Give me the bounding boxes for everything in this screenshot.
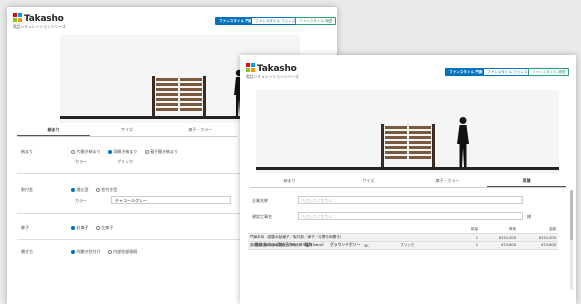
tab-color[interactable]: 扉子・カラー <box>164 125 237 136</box>
mount-color-label: カラー <box>75 198 87 203</box>
vertical-scrollbar[interactable] <box>570 190 573 290</box>
company-name-input[interactable]: 入力してください <box>298 196 523 204</box>
radio-selected-icon <box>71 187 75 192</box>
header-cell <box>398 226 458 235</box>
fit-color-label: カラー <box>75 159 87 164</box>
table-row: 門扉本体（調整木製格子／取付部／扉子／片開き両開き） 1 ¥132,000 ¥1… <box>248 233 558 242</box>
header-button-fence[interactable]: ファンスタイル フェンス <box>251 17 300 25</box>
option-label: 埋込型 <box>76 187 89 192</box>
estimate-table: 数量 単価 金額 門扉本体（調整木製格子／取付部／扉子／片開き両開き） 1 ¥1… <box>248 226 558 251</box>
ground-line <box>256 167 559 170</box>
fit-option-double[interactable]: 両開き納まり <box>107 149 138 155</box>
mount-color-select[interactable]: チャコールグレー <box>111 196 231 204</box>
logo-text: Takasho <box>24 14 64 24</box>
front-window: Takasho 電話シミュレーションシリーズ ファンスタイル 門扉 ファンスタイ… <box>240 55 576 304</box>
opening-options: 内開き柱付け 内部柱部接続 <box>71 249 143 255</box>
option-label: 柱付き型 <box>101 187 118 192</box>
table-header-row: 数量 単価 金額 <box>248 226 558 235</box>
row-label-fit: 納まり <box>21 149 33 154</box>
logo-text: Takasho <box>257 64 297 74</box>
row-unit: ¥132,000 <box>480 233 518 242</box>
company-name-label: 企業名称 <box>252 198 268 203</box>
person-silhouette-icon <box>457 117 469 167</box>
tab-size[interactable]: サイズ <box>90 125 163 136</box>
row-qty: 1 <box>458 233 480 242</box>
header-cell-amount: 金額 <box>518 226 558 235</box>
mount-options: 埋込型 柱付き型 <box>71 187 123 193</box>
header-button-wall[interactable]: ファンスタイル 擁壁 <box>295 17 337 25</box>
row-color: ブリック <box>398 241 458 251</box>
row-name: 笠木金（2x4用格子 W073（幅約3mm） <box>248 241 328 251</box>
radio-selected-icon <box>71 225 75 230</box>
header-button-wall[interactable]: ファンスタイル 擁壁 <box>528 68 570 76</box>
door-option-right[interactable]: 右扉子 <box>71 225 89 231</box>
row-color: グラウンドポリー <box>327 241 363 251</box>
row-name: 門扉本体（調整木製格子／取付部／扉子／片開き両開き） <box>248 233 398 242</box>
row-color <box>398 233 458 242</box>
table-row: 笠木金（2x4用格子 W073（幅約3mm） グラウンドポリー 11 <box>248 241 380 251</box>
radio-selected-icon <box>71 249 75 254</box>
radio-selected-icon <box>107 149 112 154</box>
row-amount: ¥13,600 <box>518 241 558 251</box>
gate-preview <box>152 76 206 117</box>
scrollbar-thumb[interactable] <box>570 190 573 240</box>
radio-icon <box>144 149 149 154</box>
row-qty: 11 <box>362 241 372 251</box>
option-label: 片開き納まり <box>76 149 101 154</box>
row-amount <box>375 241 380 251</box>
gate-preview <box>381 124 435 167</box>
row-label-opening: 開き方 <box>21 249 33 254</box>
front-tabs: 納まり サイズ 扉子・カラー 見積 <box>250 176 566 188</box>
row-qty: 1 <box>458 241 480 251</box>
door-options: 右扉子 左扉子 <box>71 225 119 231</box>
row-label-door: 扉子 <box>21 225 29 230</box>
header-cell <box>248 226 398 235</box>
option-label: 両開き納まり <box>113 149 138 154</box>
radio-icon <box>95 187 100 192</box>
radio-icon <box>71 149 75 154</box>
header-button-fence[interactable]: ファンスタイル フェンス <box>483 68 532 76</box>
option-label: 親子開き納まり <box>150 149 179 154</box>
header-cell-unit: 単価 <box>480 226 518 235</box>
fit-option-single[interactable]: 片開き納まり <box>71 149 101 155</box>
fit-options: 片開き納まり 両開き納まり 親子開き納まり <box>71 149 184 155</box>
row-amount: ¥132,000 <box>518 233 558 242</box>
mount-option-post[interactable]: 柱付き型 <box>95 187 118 193</box>
fit-option-parent-child[interactable]: 親子開き納まり <box>144 149 179 155</box>
tab-size[interactable]: サイズ <box>329 176 408 187</box>
header-cell-qty: 数量 <box>458 226 480 235</box>
radio-icon <box>107 249 112 254</box>
preview-stage <box>256 90 559 174</box>
brand-logo: Takasho <box>13 13 64 24</box>
tab-fit[interactable]: 納まり <box>17 125 91 136</box>
tab-color[interactable]: 扉子・カラー <box>408 176 487 187</box>
option-label: 右扉子 <box>76 225 89 230</box>
row-label-mount: 取付金 <box>21 187 33 192</box>
row-unit: ¥13,600 <box>480 241 518 251</box>
radio-icon <box>95 225 100 230</box>
option-label: 左扉子 <box>101 225 114 230</box>
tab-estimate[interactable]: 見積 <box>487 176 566 187</box>
back-tabs: 納まり サイズ 扉子・カラー <box>17 125 237 137</box>
header-button-gate[interactable]: ファンスタイル 門扉 <box>445 68 487 76</box>
opening-option-inner[interactable]: 内開き柱付け <box>71 249 101 255</box>
option-label: 内開き柱付け <box>76 249 101 254</box>
mount-option-embed[interactable]: 埋込型 <box>71 187 89 193</box>
tab-fit[interactable]: 納まり <box>250 176 329 187</box>
brand-subtitle: 電話シミュレーションシリーズ <box>13 24 66 29</box>
opening-option-inner-post[interactable]: 内部柱部接続 <box>107 249 138 255</box>
construction-name-input[interactable]: 入力してください <box>298 212 523 220</box>
honorific-suffix: 様 <box>527 214 531 219</box>
fit-color-value: ブリック <box>117 159 133 164</box>
logo-mark-icon <box>246 63 255 72</box>
brand-subtitle: 電話シミュレーションシリーズ <box>246 74 299 79</box>
option-label: 内部柱部接続 <box>113 249 138 254</box>
door-option-left[interactable]: 左扉子 <box>95 225 114 231</box>
construction-name-label: 建設工事名 <box>252 214 272 219</box>
logo-mark-icon <box>13 13 22 22</box>
brand-logo: Takasho <box>246 63 297 74</box>
